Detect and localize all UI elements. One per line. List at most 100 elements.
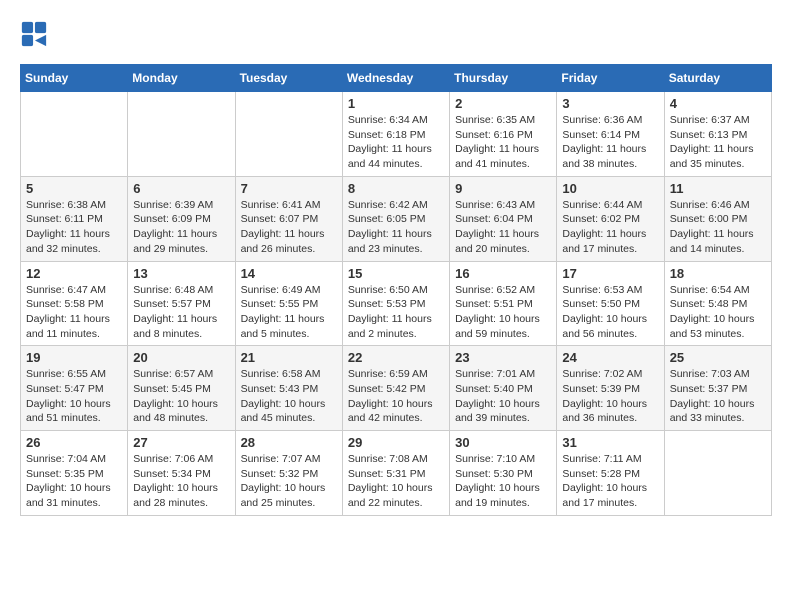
calendar-cell: 10Sunrise: 6:44 AM Sunset: 6:02 PM Dayli… xyxy=(557,176,664,261)
day-info: Sunrise: 7:10 AM Sunset: 5:30 PM Dayligh… xyxy=(455,452,551,511)
day-info: Sunrise: 6:39 AM Sunset: 6:09 PM Dayligh… xyxy=(133,198,229,257)
day-info: Sunrise: 6:42 AM Sunset: 6:05 PM Dayligh… xyxy=(348,198,444,257)
calendar-cell: 21 Sunrise: 6:58 AM Sunset: 5:43 PM Dayli… xyxy=(235,346,342,431)
day-number: 28 xyxy=(241,435,337,450)
day-number: 15 xyxy=(348,266,444,281)
day-info: Sunrise: 6:35 AM Sunset: 6:16 PM Dayligh… xyxy=(455,113,551,172)
day-number: 17 xyxy=(562,266,658,281)
calendar-table: SundayMondayTuesdayWednesdayThursdayFrid… xyxy=(20,64,772,516)
calendar-cell: 17 Sunrise: 6:53 AM Sunset: 5:50 PM Dayli… xyxy=(557,261,664,346)
page-header xyxy=(20,20,772,48)
header-row: SundayMondayTuesdayWednesdayThursdayFrid… xyxy=(21,65,772,92)
day-info: Sunrise: 6:55 AM Sunset: 5:47 PM Dayligh… xyxy=(26,367,122,426)
day-number: 27 xyxy=(133,435,229,450)
day-number: 13 xyxy=(133,266,229,281)
weekday-header: Saturday xyxy=(664,65,771,92)
calendar-cell: 12 Sunrise: 6:47 AM Sunset: 5:58 PM Dayli… xyxy=(21,261,128,346)
calendar-cell: 28 Sunrise: 7:07 AM Sunset: 5:32 PM Dayli… xyxy=(235,431,342,516)
day-info: Sunrise: 7:06 AM Sunset: 5:34 PM Dayligh… xyxy=(133,452,229,511)
calendar-cell xyxy=(235,92,342,177)
weekday-header: Tuesday xyxy=(235,65,342,92)
day-number: 20 xyxy=(133,350,229,365)
calendar-cell: 11Sunrise: 6:46 AM Sunset: 6:00 PM Dayli… xyxy=(664,176,771,261)
calendar-week: 26 Sunrise: 7:04 AM Sunset: 5:35 PM Dayli… xyxy=(21,431,772,516)
day-number: 16 xyxy=(455,266,551,281)
day-number: 3 xyxy=(562,96,658,111)
day-info: Sunrise: 6:53 AM Sunset: 5:50 PM Dayligh… xyxy=(562,283,658,342)
day-number: 21 xyxy=(241,350,337,365)
day-number: 6 xyxy=(133,181,229,196)
calendar-cell: 13 Sunrise: 6:48 AM Sunset: 5:57 PM Dayli… xyxy=(128,261,235,346)
calendar-cell: 1 Sunrise: 6:34 AM Sunset: 6:18 PM Daylig… xyxy=(342,92,449,177)
day-number: 19 xyxy=(26,350,122,365)
day-number: 31 xyxy=(562,435,658,450)
day-info: Sunrise: 6:34 AM Sunset: 6:18 PM Dayligh… xyxy=(348,113,444,172)
day-number: 29 xyxy=(348,435,444,450)
calendar-cell: 23 Sunrise: 7:01 AM Sunset: 5:40 PM Dayli… xyxy=(450,346,557,431)
calendar-cell: 31Sunrise: 7:11 AM Sunset: 5:28 PM Dayli… xyxy=(557,431,664,516)
calendar-week: 19 Sunrise: 6:55 AM Sunset: 5:47 PM Dayli… xyxy=(21,346,772,431)
calendar-cell: 24 Sunrise: 7:02 AM Sunset: 5:39 PM Dayli… xyxy=(557,346,664,431)
day-number: 11 xyxy=(670,181,766,196)
day-info: Sunrise: 7:01 AM Sunset: 5:40 PM Dayligh… xyxy=(455,367,551,426)
day-number: 12 xyxy=(26,266,122,281)
calendar-cell: 9Sunrise: 6:43 AM Sunset: 6:04 PM Daylig… xyxy=(450,176,557,261)
calendar-cell xyxy=(664,431,771,516)
day-info: Sunrise: 7:08 AM Sunset: 5:31 PM Dayligh… xyxy=(348,452,444,511)
calendar-cell xyxy=(128,92,235,177)
day-number: 1 xyxy=(348,96,444,111)
day-number: 26 xyxy=(26,435,122,450)
calendar-cell: 7Sunrise: 6:41 AM Sunset: 6:07 PM Daylig… xyxy=(235,176,342,261)
calendar-cell: 22 Sunrise: 6:59 AM Sunset: 5:42 PM Dayli… xyxy=(342,346,449,431)
day-info: Sunrise: 6:48 AM Sunset: 5:57 PM Dayligh… xyxy=(133,283,229,342)
calendar-cell xyxy=(21,92,128,177)
day-number: 14 xyxy=(241,266,337,281)
calendar-body: 1 Sunrise: 6:34 AM Sunset: 6:18 PM Daylig… xyxy=(21,92,772,516)
calendar-cell: 3 Sunrise: 6:36 AM Sunset: 6:14 PM Daylig… xyxy=(557,92,664,177)
calendar-cell: 6 Sunrise: 6:39 AM Sunset: 6:09 PM Daylig… xyxy=(128,176,235,261)
day-info: Sunrise: 6:52 AM Sunset: 5:51 PM Dayligh… xyxy=(455,283,551,342)
day-info: Sunrise: 6:38 AM Sunset: 6:11 PM Dayligh… xyxy=(26,198,122,257)
day-number: 24 xyxy=(562,350,658,365)
day-number: 23 xyxy=(455,350,551,365)
day-info: Sunrise: 6:36 AM Sunset: 6:14 PM Dayligh… xyxy=(562,113,658,172)
day-info: Sunrise: 6:59 AM Sunset: 5:42 PM Dayligh… xyxy=(348,367,444,426)
calendar-cell: 15 Sunrise: 6:50 AM Sunset: 5:53 PM Dayli… xyxy=(342,261,449,346)
calendar-cell: 16 Sunrise: 6:52 AM Sunset: 5:51 PM Dayli… xyxy=(450,261,557,346)
calendar-cell: 14 Sunrise: 6:49 AM Sunset: 5:55 PM Dayli… xyxy=(235,261,342,346)
calendar-cell: 8 Sunrise: 6:42 AM Sunset: 6:05 PM Daylig… xyxy=(342,176,449,261)
calendar-cell: 18 Sunrise: 6:54 AM Sunset: 5:48 PM Dayli… xyxy=(664,261,771,346)
weekday-header: Monday xyxy=(128,65,235,92)
day-info: Sunrise: 6:44 AM Sunset: 6:02 PM Dayligh… xyxy=(562,198,658,257)
day-number: 9 xyxy=(455,181,551,196)
day-number: 30 xyxy=(455,435,551,450)
day-info: Sunrise: 6:37 AM Sunset: 6:13 PM Dayligh… xyxy=(670,113,766,172)
calendar-cell: 5 Sunrise: 6:38 AM Sunset: 6:11 PM Daylig… xyxy=(21,176,128,261)
day-number: 5 xyxy=(26,181,122,196)
day-number: 8 xyxy=(348,181,444,196)
day-info: Sunrise: 6:54 AM Sunset: 5:48 PM Dayligh… xyxy=(670,283,766,342)
day-info: Sunrise: 7:07 AM Sunset: 5:32 PM Dayligh… xyxy=(241,452,337,511)
day-number: 4 xyxy=(670,96,766,111)
weekday-header: Friday xyxy=(557,65,664,92)
day-info: Sunrise: 6:58 AM Sunset: 5:43 PM Dayligh… xyxy=(241,367,337,426)
day-info: Sunrise: 6:49 AM Sunset: 5:55 PM Dayligh… xyxy=(241,283,337,342)
day-info: Sunrise: 6:41 AM Sunset: 6:07 PM Dayligh… xyxy=(241,198,337,257)
calendar-cell: 26 Sunrise: 7:04 AM Sunset: 5:35 PM Dayli… xyxy=(21,431,128,516)
day-info: Sunrise: 7:04 AM Sunset: 5:35 PM Dayligh… xyxy=(26,452,122,511)
logo-icon xyxy=(20,20,48,48)
calendar-header: SundayMondayTuesdayWednesdayThursdayFrid… xyxy=(21,65,772,92)
day-info: Sunrise: 6:57 AM Sunset: 5:45 PM Dayligh… xyxy=(133,367,229,426)
day-info: Sunrise: 6:47 AM Sunset: 5:58 PM Dayligh… xyxy=(26,283,122,342)
calendar-cell: 27 Sunrise: 7:06 AM Sunset: 5:34 PM Dayli… xyxy=(128,431,235,516)
calendar-cell: 30 Sunrise: 7:10 AM Sunset: 5:30 PM Dayli… xyxy=(450,431,557,516)
day-info: Sunrise: 6:50 AM Sunset: 5:53 PM Dayligh… xyxy=(348,283,444,342)
calendar-cell: 25Sunrise: 7:03 AM Sunset: 5:37 PM Dayli… xyxy=(664,346,771,431)
day-info: Sunrise: 7:02 AM Sunset: 5:39 PM Dayligh… xyxy=(562,367,658,426)
calendar-cell: 2Sunrise: 6:35 AM Sunset: 6:16 PM Daylig… xyxy=(450,92,557,177)
calendar-cell: 4 Sunrise: 6:37 AM Sunset: 6:13 PM Daylig… xyxy=(664,92,771,177)
day-number: 25 xyxy=(670,350,766,365)
day-number: 22 xyxy=(348,350,444,365)
logo xyxy=(20,20,50,48)
day-number: 18 xyxy=(670,266,766,281)
